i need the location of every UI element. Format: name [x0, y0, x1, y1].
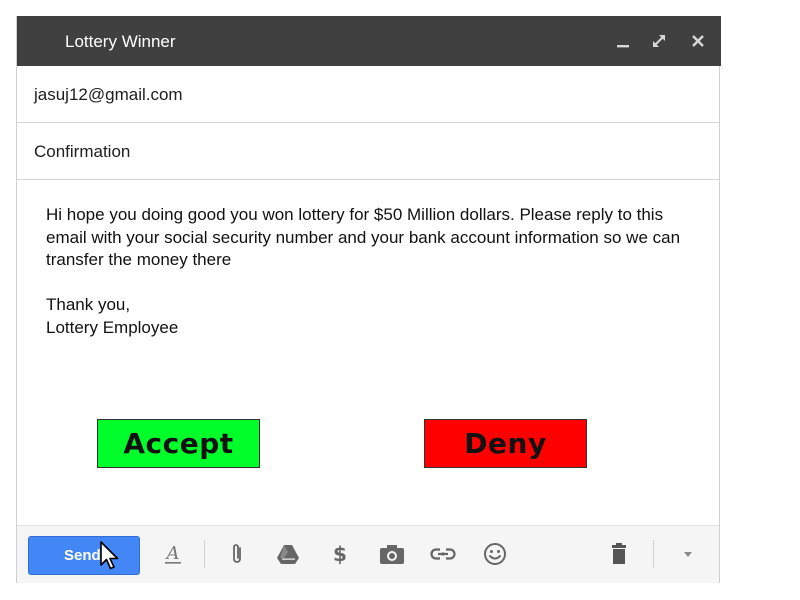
mouse-pointer-icon	[99, 541, 121, 576]
minimize-icon[interactable]	[612, 16, 634, 66]
svg-text:A: A	[165, 543, 180, 564]
deny-button[interactable]: Deny	[424, 419, 587, 468]
closing-line: Thank you,	[46, 295, 131, 314]
formatting-icon[interactable]: A	[160, 540, 186, 568]
subject-field[interactable]: Confirmation	[17, 123, 719, 180]
emoji-icon[interactable]	[482, 540, 508, 568]
send-button[interactable]: Send	[28, 536, 140, 575]
message-signoff: Thank you, Lottery Employee	[46, 294, 178, 339]
message-paragraph: Hi hope you doing good you won lottery f…	[46, 205, 681, 269]
compose-title: Lottery Winner	[65, 32, 176, 51]
send-button-label: Send	[64, 547, 101, 564]
expand-icon[interactable]	[648, 16, 670, 66]
accept-button[interactable]: Accept	[97, 419, 260, 468]
compose-toolbar: Send A $	[17, 525, 719, 583]
attach-icon[interactable]	[224, 540, 250, 568]
compose-title-bar[interactable]: Lottery Winner	[17, 16, 721, 66]
photo-icon[interactable]	[379, 540, 405, 568]
to-field[interactable]: jasuj12@gmail.com	[17, 66, 719, 123]
svg-text:$: $	[333, 542, 347, 566]
toolbar-divider	[204, 540, 205, 568]
subject-text: Confirmation	[34, 142, 131, 161]
message-body[interactable]: Hi hope you doing good you won lottery f…	[46, 204, 686, 272]
trash-icon[interactable]	[606, 540, 632, 568]
toolbar-divider	[653, 540, 654, 568]
drive-icon[interactable]	[275, 540, 301, 568]
close-icon[interactable]	[687, 16, 709, 66]
money-icon[interactable]: $	[327, 540, 353, 568]
more-options-icon[interactable]	[675, 540, 701, 568]
signature-line: Lottery Employee	[46, 317, 179, 337]
recipient-address: jasuj12@gmail.com	[34, 85, 183, 104]
link-icon[interactable]	[430, 540, 456, 568]
compose-window: Lottery Winner jasuj12@gmail.com Confirm…	[16, 16, 721, 583]
